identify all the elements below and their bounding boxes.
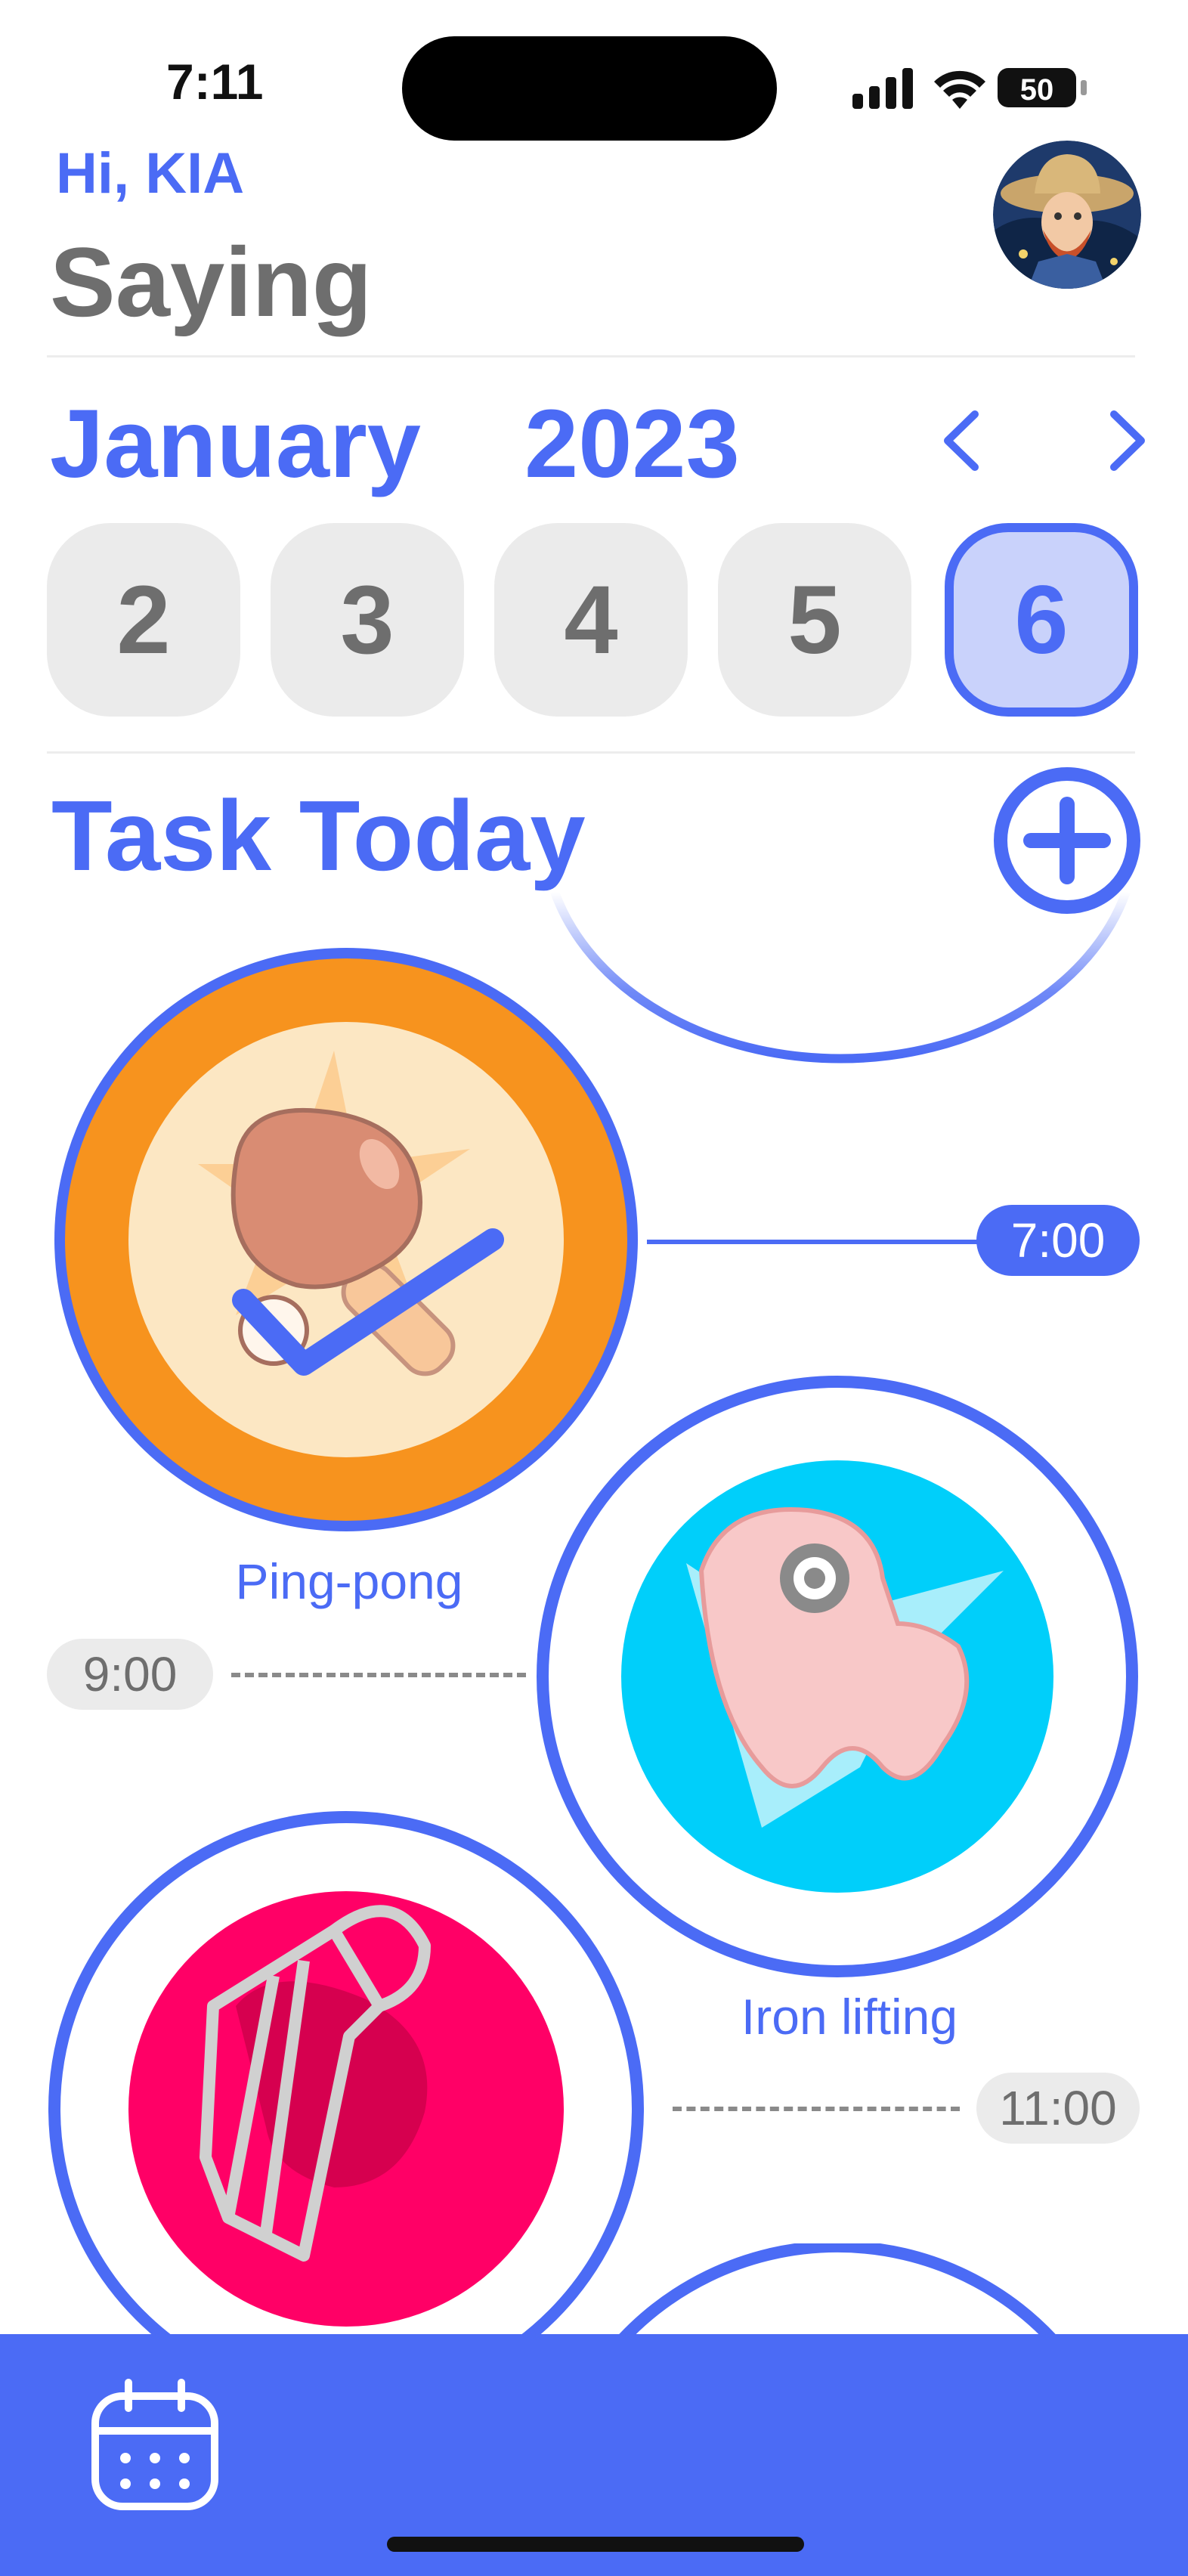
- battery-level: 50: [1020, 73, 1054, 107]
- day-chip-6-selected[interactable]: 6: [945, 523, 1138, 717]
- timeline-dashed-connector: [673, 2107, 960, 2111]
- page-title: Saying: [50, 227, 373, 337]
- home-indicator: [387, 2537, 804, 2552]
- day-chip-3[interactable]: 3: [271, 523, 464, 717]
- avatar[interactable]: [993, 141, 1141, 289]
- task-time-7-00: 7:00: [976, 1205, 1140, 1276]
- wifi-icon: [934, 70, 985, 109]
- plus-circle-icon[interactable]: [993, 766, 1141, 915]
- signal-icon: [852, 68, 913, 109]
- day-chip-2[interactable]: 2: [47, 523, 240, 717]
- section-title: Task Today: [51, 780, 586, 891]
- battery-icon: 50: [998, 68, 1087, 107]
- task-time-9-00: 9:00: [47, 1639, 213, 1710]
- timeline-dashed-connector: [231, 1673, 526, 1677]
- day-chip-4[interactable]: 4: [494, 523, 688, 717]
- year-label: 2023: [524, 390, 740, 498]
- task-next-partial[interactable]: [535, 2243, 1140, 2349]
- divider: [47, 355, 1135, 358]
- chevron-left-icon[interactable]: [925, 399, 1001, 482]
- chevron-right-icon[interactable]: [1088, 399, 1164, 482]
- divider: [47, 751, 1135, 754]
- day-chip-5[interactable]: 5: [718, 523, 911, 717]
- greeting: Hi, KIA: [56, 141, 245, 206]
- calendar-icon[interactable]: [88, 2378, 222, 2514]
- task-label-ping-pong: Ping-pong: [235, 1553, 463, 1609]
- status-time: 7:11: [166, 54, 264, 110]
- timeline-connector: [647, 1240, 979, 1244]
- dynamic-island: [402, 36, 777, 141]
- month-label: January: [50, 390, 421, 498]
- task-label-iron-lifting: Iron lifting: [741, 1989, 958, 2045]
- status-icons: 50: [852, 68, 1087, 109]
- task-time-11-00: 11:00: [976, 2073, 1140, 2144]
